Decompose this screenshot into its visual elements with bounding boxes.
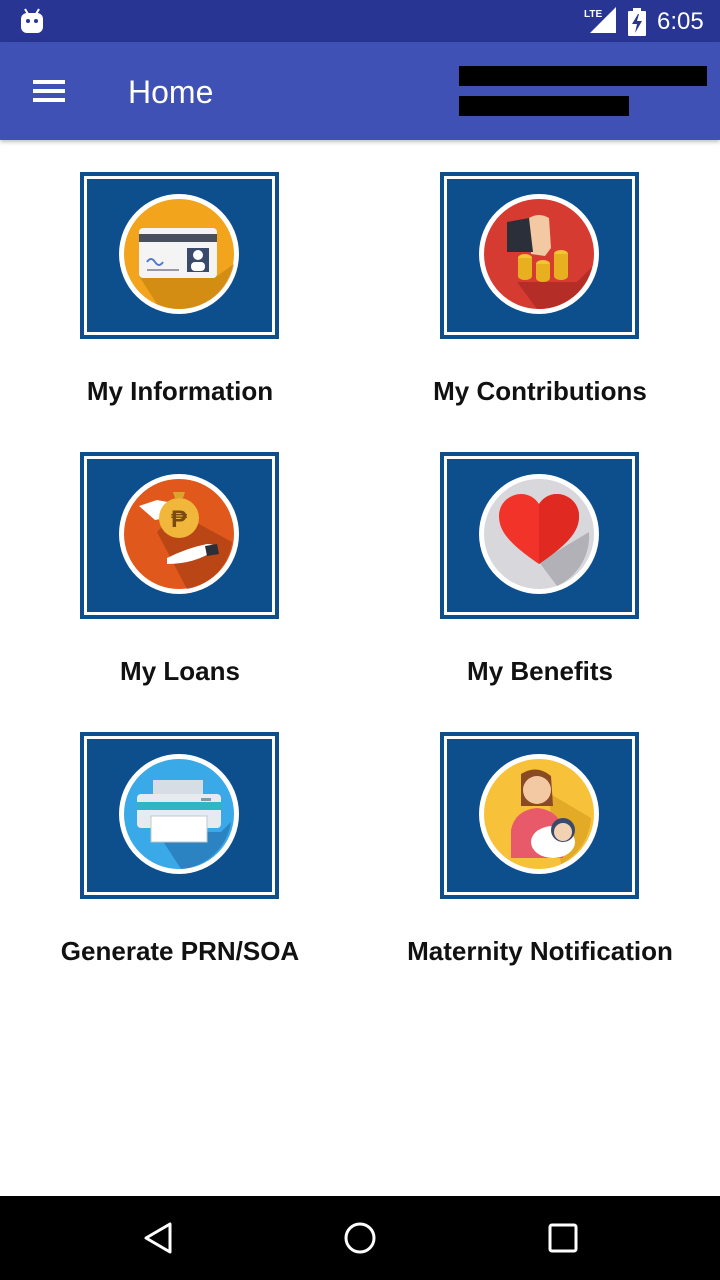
id-card-icon [119,194,239,314]
menu-item-label: Generate PRN/SOA [60,936,300,966]
mother-baby-icon [479,754,599,874]
printer-icon [119,754,239,874]
battery-charging-icon [628,8,646,36]
menu-item-frame: ₱ [80,452,279,619]
menu-item-label: Maternity Notification [407,936,673,966]
menu-item-frame [440,172,639,339]
heart-icon [479,474,599,594]
menu-item-label: My Benefits [467,656,613,686]
clock: 6:05 [657,8,704,35]
menu-item-my-information[interactable]: My Information [0,140,360,406]
menu-item-generate-prn-soa[interactable]: Generate PRN/SOA [0,700,360,966]
menu-item-my-benefits[interactable]: My Benefits [360,420,720,686]
svg-text:₱: ₱ [171,506,188,533]
lte-signal-icon: LTE [584,7,616,33]
android-icon [21,8,43,33]
page-title: Home [128,74,214,110]
menu-item-frame [80,732,279,899]
menu-item-my-contributions[interactable]: My Contributions [360,140,720,406]
menu-grid: My Information My Contributions ₱ My Loa… [0,140,720,1196]
redacted-user-name [459,66,707,86]
home-icon[interactable] [336,1216,384,1260]
menu-item-frame [440,452,639,619]
menu-item-my-loans[interactable]: ₱ My Loans [0,420,360,686]
menu-item-frame [80,172,279,339]
recents-icon[interactable] [539,1216,587,1260]
app-bar: Home [0,42,720,140]
menu-item-maternity-notification[interactable]: Maternity Notification [360,700,720,966]
hamburger-menu-icon[interactable] [24,69,74,113]
menu-item-frame [440,732,639,899]
menu-item-label: My Contributions [433,376,647,406]
menu-item-label: My Information [86,376,274,406]
redacted-user-id [459,96,629,116]
menu-item-label: My Loans [120,656,240,686]
coins-icon [479,194,599,314]
back-icon[interactable] [134,1216,182,1260]
peso-money-bag-icon: ₱ [119,474,239,594]
status-bar: LTE 6:05 [0,0,720,42]
navigation-bar [0,1196,720,1280]
svg-text:LTE: LTE [584,9,602,20]
